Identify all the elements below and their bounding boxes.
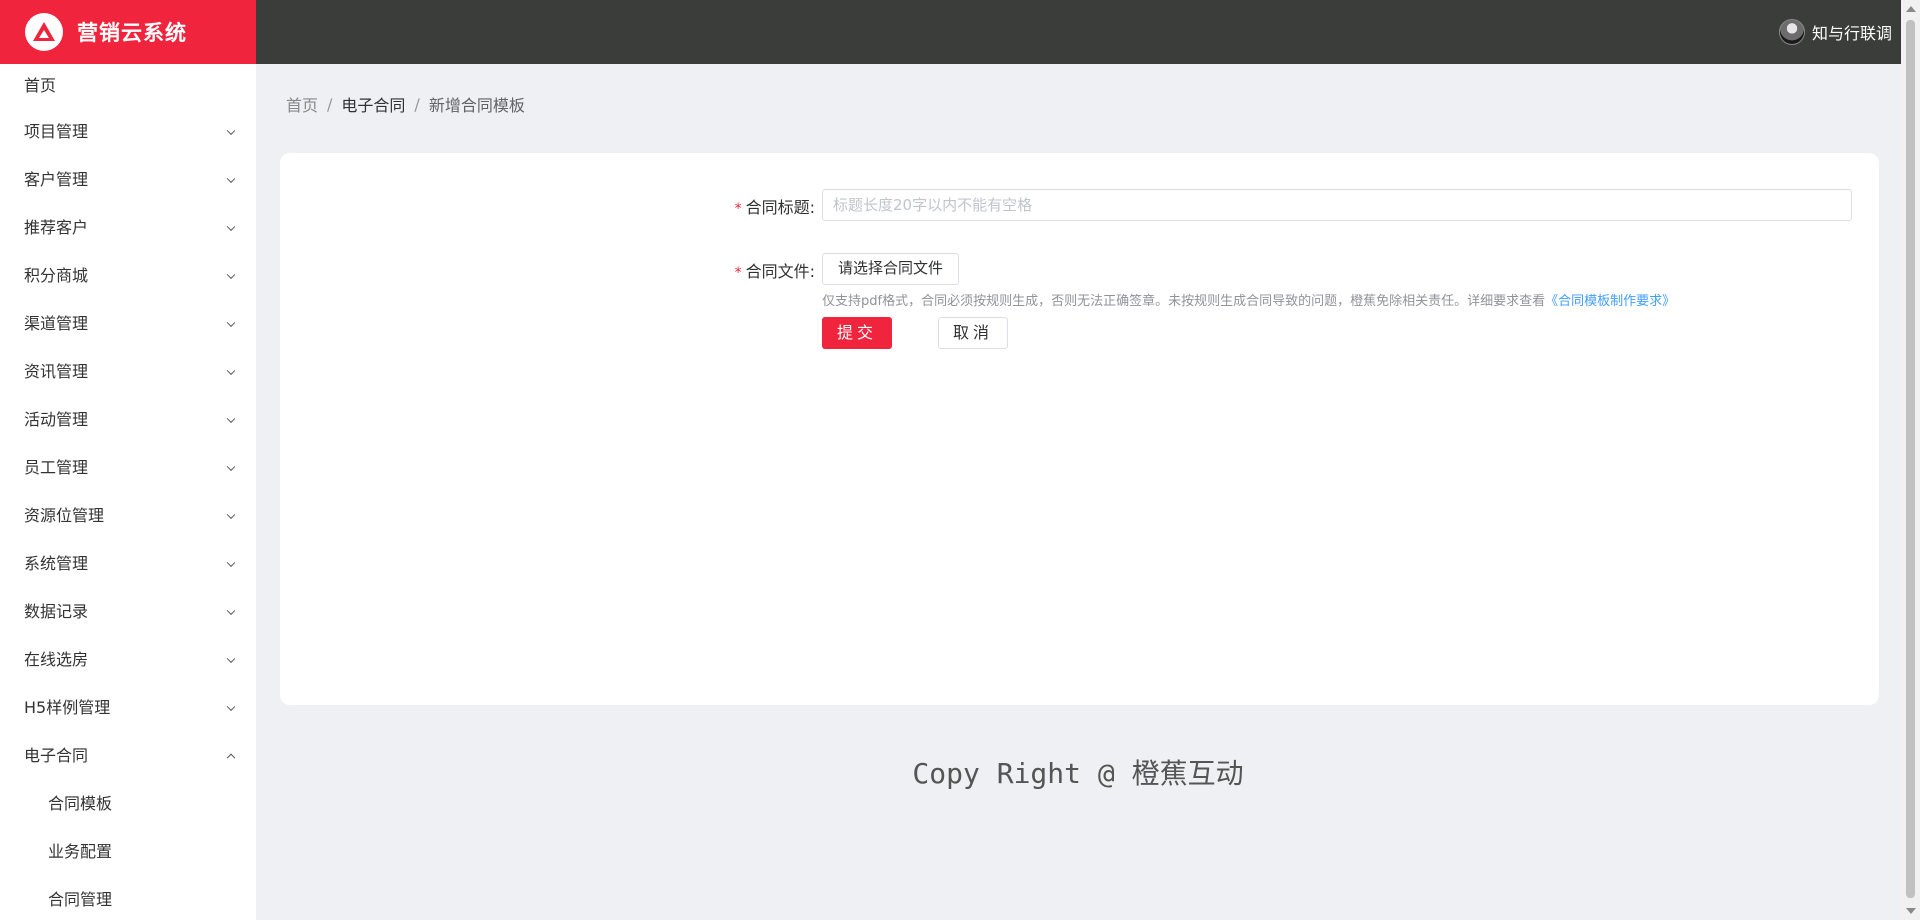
breadcrumb-section[interactable]: 电子合同 xyxy=(341,92,405,116)
page-scrollbar[interactable] xyxy=(1901,0,1920,920)
sidebar-item-online-housing[interactable]: 在线选房 xyxy=(0,636,256,684)
sidebar-subitem-label: 业务配置 xyxy=(48,842,113,861)
chevron-down-icon xyxy=(226,702,236,712)
chevron-down-icon xyxy=(226,414,236,424)
breadcrumb-separator: / xyxy=(327,94,333,114)
sidebar-item-label: 首页 xyxy=(24,76,57,95)
breadcrumb-separator: / xyxy=(414,94,420,114)
sidebar-subitem-business-config[interactable]: 业务配置 xyxy=(0,828,256,876)
sidebar-item-label: 资源位管理 xyxy=(24,506,105,525)
sidebar: 首页 项目管理 客户管理 推荐客户 积分商城 渠道管理 资讯管理 活动管理 员工… xyxy=(0,64,256,920)
sidebar-item-system[interactable]: 系统管理 xyxy=(0,540,256,588)
sidebar-item-label: 在线选房 xyxy=(24,650,89,669)
breadcrumb-home[interactable]: 首页 xyxy=(286,92,318,116)
form-card: *合同标题: *合同文件: 请选择合同文件 仅支持pdf格式，合同必须按规则生成… xyxy=(280,153,1879,705)
sidebar-item-points-mall[interactable]: 积分商城 xyxy=(0,252,256,300)
hint-text: 仅支持pdf格式，合同必须按规则生成，否则无法正确签章。未按规则生成合同导致的问… xyxy=(822,294,1546,309)
sidebar-item-label: 资讯管理 xyxy=(24,362,89,381)
sidebar-item-e-contract[interactable]: 电子合同 xyxy=(0,732,256,780)
submit-button[interactable]: 提交 xyxy=(822,317,892,349)
sidebar-subitem-label: 合同模板 xyxy=(48,794,113,813)
avatar[interactable] xyxy=(1778,19,1805,45)
sidebar-item-label: H5样例管理 xyxy=(24,698,111,717)
sidebar-item-customer[interactable]: 客户管理 xyxy=(0,156,256,204)
top-header: 营销云系统 知与行联调 xyxy=(0,0,1920,64)
template-requirements-link[interactable]: 《合同模板制作要求》 xyxy=(1545,294,1675,309)
sidebar-item-staff[interactable]: 员工管理 xyxy=(0,444,256,492)
chevron-down-icon xyxy=(226,558,236,568)
sidebar-item-referral[interactable]: 推荐客户 xyxy=(0,204,256,252)
cancel-button[interactable]: 取消 xyxy=(938,317,1008,349)
sidebar-item-resource-slot[interactable]: 资源位管理 xyxy=(0,492,256,540)
chevron-down-icon xyxy=(226,366,236,376)
sidebar-item-channel[interactable]: 渠道管理 xyxy=(0,300,256,348)
chevron-down-icon xyxy=(226,462,236,472)
user-name[interactable]: 知与行联调 xyxy=(1812,20,1892,44)
sidebar-item-label: 活动管理 xyxy=(24,410,89,429)
breadcrumb-current: 新增合同模板 xyxy=(428,96,525,115)
scroll-up-icon[interactable] xyxy=(1906,6,1916,12)
sidebar-item-project[interactable]: 项目管理 xyxy=(0,108,256,156)
chevron-down-icon xyxy=(226,510,236,520)
sidebar-item-label: 电子合同 xyxy=(24,746,89,765)
sidebar-item-label: 项目管理 xyxy=(24,122,89,141)
chevron-down-icon xyxy=(226,606,236,616)
breadcrumb: 首页 / 电子合同 / 新增合同模板 xyxy=(286,92,525,116)
app-title: 营销云系统 xyxy=(77,21,187,45)
chevron-down-icon xyxy=(226,270,236,280)
sidebar-item-activity[interactable]: 活动管理 xyxy=(0,396,256,444)
user-menu[interactable]: 知与行联调 xyxy=(1778,0,1892,64)
chevron-down-icon xyxy=(226,174,236,184)
chevron-down-icon xyxy=(226,126,236,136)
sidebar-item-h5-samples[interactable]: H5样例管理 xyxy=(0,684,256,732)
required-mark: * xyxy=(734,265,742,281)
required-mark: * xyxy=(734,201,742,217)
sidebar-subitem-label: 合同管理 xyxy=(48,890,113,909)
sidebar-item-news[interactable]: 资讯管理 xyxy=(0,348,256,396)
chevron-up-icon xyxy=(226,753,236,763)
contract-title-input[interactable] xyxy=(822,189,1852,221)
sidebar-item-label: 数据记录 xyxy=(24,602,89,621)
sidebar-subitem-contract-template[interactable]: 合同模板 xyxy=(0,780,256,828)
title-label-text: 合同标题: xyxy=(745,198,815,217)
sidebar-item-label: 系统管理 xyxy=(24,554,89,573)
sidebar-item-label: 积分商城 xyxy=(24,266,89,285)
scroll-down-icon[interactable] xyxy=(1906,908,1916,914)
sidebar-item-home[interactable]: 首页 xyxy=(0,64,256,108)
chevron-down-icon xyxy=(226,654,236,664)
sidebar-item-label: 客户管理 xyxy=(24,170,89,189)
sidebar-item-label: 推荐客户 xyxy=(24,218,89,237)
choose-file-button[interactable]: 请选择合同文件 xyxy=(822,253,960,285)
file-label-text: 合同文件: xyxy=(745,262,815,281)
chevron-down-icon xyxy=(226,222,236,232)
file-hint: 仅支持pdf格式，合同必须按规则生成，否则无法正确签章。未按规则生成合同导致的问… xyxy=(822,290,1675,309)
sidebar-item-label: 员工管理 xyxy=(24,458,89,477)
chevron-down-icon xyxy=(226,318,236,328)
footer-copyright: Copy Right @ 橙蕉互动 xyxy=(912,757,1244,790)
scroll-thumb[interactable] xyxy=(1906,20,1915,898)
title-label: * 合同标题: xyxy=(695,194,815,218)
sidebar-item-label: 渠道管理 xyxy=(24,314,89,333)
logo-icon xyxy=(25,13,63,51)
sidebar-subitem-contract-management[interactable]: 合同管理 xyxy=(0,876,256,920)
sidebar-item-data-records[interactable]: 数据记录 xyxy=(0,588,256,636)
logo-area[interactable]: 营销云系统 xyxy=(0,0,256,64)
file-label: * 合同文件: xyxy=(695,258,815,282)
